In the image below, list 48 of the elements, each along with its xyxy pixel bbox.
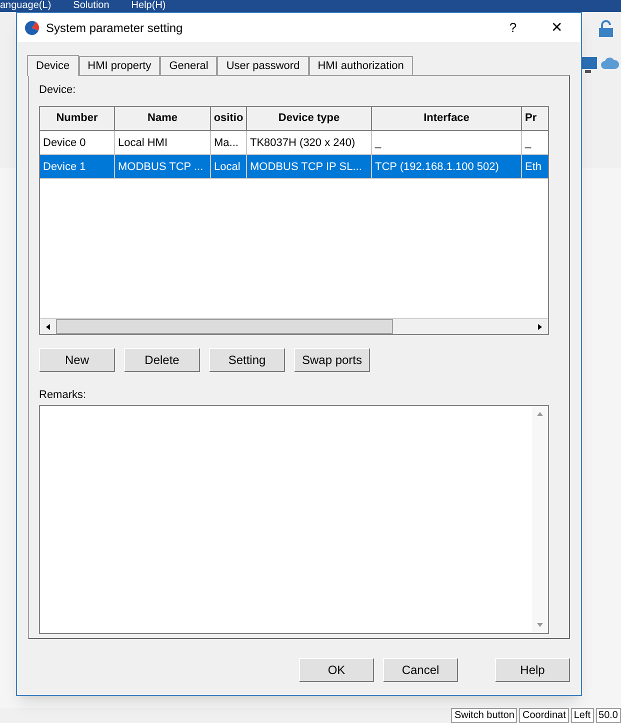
tab[interactable]: HMI property xyxy=(78,56,160,75)
status-field: Left xyxy=(570,708,594,723)
tab[interactable]: User password xyxy=(217,56,309,75)
lock-icon xyxy=(597,20,615,38)
table-cell: Local xyxy=(211,155,247,179)
status-field: 50.0 xyxy=(596,708,621,723)
section-label: Remarks: xyxy=(39,388,88,403)
column-header[interactable]: Name xyxy=(115,107,211,131)
window-title: System parameter setting xyxy=(46,20,184,36)
column-header[interactable]: Number xyxy=(40,107,115,131)
tab[interactable]: HMI authorization xyxy=(308,56,413,75)
horizontal-scrollbar[interactable] xyxy=(40,318,548,334)
menu-item[interactable]: anguage(L) xyxy=(0,0,52,12)
table-cell: TCP (192.168.1.100 502) xyxy=(372,155,522,179)
menu-item[interactable]: Help(H) xyxy=(131,0,166,12)
section-label: Device: xyxy=(39,83,77,98)
tab[interactable]: Device xyxy=(27,55,79,76)
table-cell: MODBUS TCP ... xyxy=(115,155,211,179)
table-cell: MODBUS TCP IP SL... xyxy=(247,155,372,179)
column-header[interactable]: Interface xyxy=(372,107,522,131)
scroll-left-icon[interactable] xyxy=(45,324,51,330)
table-cell: Eth xyxy=(522,155,548,179)
remarks-field[interactable] xyxy=(39,405,549,634)
status-field: Coordinat xyxy=(519,708,569,723)
dialog-button[interactable]: Swap ports xyxy=(294,348,370,372)
scroll-up-icon[interactable] xyxy=(537,411,543,417)
table-row[interactable]: Device 0 Local HMI Ma... TK8037H (320 x 240) _ _ xyxy=(40,131,548,155)
close-button[interactable]: ✕ xyxy=(535,14,579,40)
cloud-icon xyxy=(601,56,619,70)
tab[interactable]: General xyxy=(160,56,218,75)
scroll-down-icon[interactable] xyxy=(537,622,543,628)
table-cell: Device 1 xyxy=(40,155,115,179)
dialog-button[interactable]: Delete xyxy=(124,348,200,372)
column-header[interactable]: Device type xyxy=(247,107,372,131)
column-header[interactable]: Pr xyxy=(522,107,548,131)
column-header[interactable]: ositio xyxy=(211,107,247,131)
table-row[interactable]: Device 1 MODBUS TCP ... Local MODBUS TCP IP SL... TCP (192.168.1.100 502) Eth xyxy=(40,155,548,179)
dialog-button[interactable]: Setting xyxy=(209,348,285,372)
menu-item[interactable]: Solution xyxy=(73,0,110,12)
dialog-button[interactable]: Help xyxy=(495,658,570,682)
dialog-button[interactable]: New xyxy=(39,348,115,372)
help-button[interactable]: ? xyxy=(491,14,535,40)
scroll-thumb[interactable] xyxy=(56,319,393,334)
scroll-right-icon[interactable] xyxy=(537,324,543,330)
status-field: Switch button xyxy=(451,708,518,723)
dialog-button[interactable]: OK xyxy=(299,658,374,682)
app-logo-icon xyxy=(24,20,40,36)
dialog-button[interactable]: Cancel xyxy=(383,658,458,682)
